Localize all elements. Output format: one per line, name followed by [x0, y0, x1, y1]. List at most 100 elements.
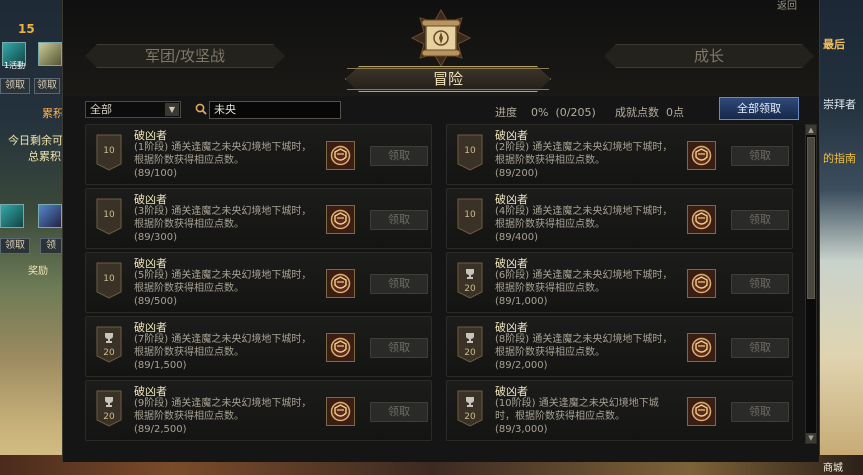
achievement-card: 20 破凶者 (10阶段) 通关逢魔之未央幻境地下城时，根据阶数获得相应点数。 (89… [446, 380, 793, 441]
achievement-progress: (89/300) [134, 232, 177, 243]
achievement-description: (4阶段) 通关逢魔之未央幻境地下城时，根据阶数获得相应点数。 (89/400) [495, 205, 675, 244]
reward-item-icon[interactable] [326, 205, 355, 234]
trophy-icon [105, 397, 113, 407]
shop-label[interactable]: 商城 [823, 459, 843, 474]
reward-item-icon[interactable] [326, 269, 355, 298]
achievement-badge-icon: 20 [96, 326, 122, 363]
activity-badge-label: 1活動 [4, 61, 26, 70]
claim-button[interactable]: 领取 [731, 274, 789, 294]
claim-button-hud-4[interactable]: 领 [40, 238, 62, 254]
event-icon[interactable] [0, 204, 24, 228]
reward-item-icon[interactable] [326, 141, 355, 170]
achievement-desc-text: (1阶段) 通关逢魔之未央幻境地下城时，根据阶数获得相应点数。 [134, 142, 312, 166]
reward-item-icon[interactable] [687, 397, 716, 426]
scrollbar-thumb[interactable] [807, 137, 815, 299]
achievement-description: (7阶段) 通关逢魔之未央幻境地下城时，根据阶数获得相应点数。 (89/1,500… [134, 333, 314, 372]
reward-icon[interactable] [38, 42, 62, 66]
claim-button[interactable]: 领取 [731, 402, 789, 422]
claim-button[interactable]: 领取 [731, 210, 789, 230]
claim-button-hud-3[interactable]: 领取 [0, 238, 30, 254]
trophy-icon [466, 269, 474, 279]
level-number: 15 [18, 22, 35, 36]
achievement-badge-icon: 10 [96, 134, 122, 171]
claim-button[interactable]: 领取 [731, 146, 789, 166]
achievement-window: 返回 军团/攻坚战 成长 冒险 全部 ▼ 未央 进度 0% (0/205) 成就… [62, 0, 820, 462]
progress-count: (0/205) [555, 106, 596, 119]
claim-all-button[interactable]: 全部领取 [719, 97, 799, 120]
claim-button[interactable]: 领取 [370, 210, 428, 230]
filter-selected-value: 全部 [90, 103, 112, 116]
scroll-up-arrow-icon[interactable]: ▲ [806, 125, 816, 135]
chevron-down-icon[interactable]: ▼ [165, 103, 179, 116]
achievement-desc-text: (9阶段) 通关逢魔之未央幻境地下城时，根据阶数获得相应点数。 [134, 398, 312, 422]
trophy-icon [466, 333, 474, 343]
achievement-description: (1阶段) 通关逢魔之未央幻境地下城时，根据阶数获得相应点数。 (89/100) [134, 141, 314, 180]
badge-points: 10 [103, 146, 115, 156]
achievement-progress: (89/200) [495, 168, 538, 179]
today-remaining-label: 今日剩余可 [8, 134, 63, 147]
reward-item-icon[interactable] [687, 269, 716, 298]
filter-dropdown[interactable]: 全部 ▼ [85, 101, 181, 118]
achievement-progress: (89/400) [495, 232, 538, 243]
achievement-progress: (89/1,000) [495, 296, 548, 307]
reward-item-icon[interactable] [326, 397, 355, 426]
tab-adventure[interactable]: 冒险 [345, 66, 551, 92]
achievement-description: (8阶段) 通关逢魔之未央幻境地下城时，根据阶数获得相应点数。 (89/2,000… [495, 333, 675, 372]
achievement-badge-icon: 20 [457, 262, 483, 299]
claim-button-hud-1[interactable]: 领取 [0, 78, 30, 94]
achievement-description: (6阶段) 通关逢魔之未央幻境地下城时，根据阶数获得相应点数。 (89/1,000… [495, 269, 675, 308]
guide-label: 的指南 [823, 152, 856, 165]
badge-points: 20 [464, 284, 476, 294]
back-link[interactable]: 返回 [777, 0, 797, 12]
badge-points: 10 [103, 274, 115, 284]
reward-item-icon[interactable] [687, 205, 716, 234]
achievement-description: (2阶段) 通关逢魔之未央幻境地下城时，根据阶数获得相应点数。 (89/200) [495, 141, 675, 180]
tab-legion-siege[interactable]: 军团/攻坚战 [85, 44, 285, 68]
search-icon [195, 103, 207, 115]
event-icon-2[interactable] [38, 204, 62, 228]
trophy-icon [466, 397, 474, 407]
claim-button[interactable]: 领取 [731, 338, 789, 358]
claim-button[interactable]: 领取 [370, 274, 428, 294]
mail-reward-label[interactable]: 奖励 [28, 262, 48, 277]
achievement-badge-icon: 20 [457, 326, 483, 363]
claim-button[interactable]: 领取 [370, 402, 428, 422]
achievement-card: 20 破凶者 (7阶段) 通关逢魔之未央幻境地下城时，根据阶数获得相应点数。 (89/… [85, 316, 432, 377]
achievement-description: (9阶段) 通关逢魔之未央幻境地下城时，根据阶数获得相应点数。 (89/2,500… [134, 397, 314, 436]
achievement-badge-icon: 10 [96, 262, 122, 299]
achievement-badge-icon: 10 [96, 198, 122, 235]
achievement-badge-icon: 10 [457, 134, 483, 171]
achievement-card: 20 破凶者 (6阶段) 通关逢魔之未央幻境地下城时，根据阶数获得相应点数。 (89/… [446, 252, 793, 313]
achievement-progress: (89/2,000) [495, 360, 548, 371]
achievement-badge-icon: 20 [96, 390, 122, 427]
progress-text: 进度 0% (0/205) [495, 104, 596, 120]
reward-item-icon[interactable] [687, 333, 716, 362]
badge-points: 20 [103, 412, 115, 422]
achievement-badge-icon: 20 [457, 390, 483, 427]
badge-points: 20 [103, 348, 115, 358]
achievement-card: 20 破凶者 (9阶段) 通关逢魔之未央幻境地下城时，根据阶数获得相应点数。 (89/… [85, 380, 432, 441]
list-scrollbar[interactable]: ▲ ▼ [805, 124, 817, 444]
achievement-list: 10 破凶者 (1阶段) 通关逢魔之未央幻境地下城时，根据阶数获得相应点数。 (89/… [85, 124, 805, 444]
scroll-down-arrow-icon[interactable]: ▼ [806, 433, 816, 443]
achievement-badge-icon: 10 [457, 198, 483, 235]
achievement-card: 10 破凶者 (5阶段) 通关逢魔之未央幻境地下城时，根据阶数获得相应点数。 (89/… [85, 252, 432, 313]
achievement-desc-text: (2阶段) 通关逢魔之未央幻境地下城时，根据阶数获得相应点数。 [495, 142, 673, 166]
achievement-description: (3阶段) 通关逢魔之未央幻境地下城时，根据阶数获得相应点数。 (89/300) [134, 205, 314, 244]
achievement-progress: (89/1,500) [134, 360, 187, 371]
claim-button-hud-2[interactable]: 领取 [34, 78, 60, 94]
claim-button[interactable]: 领取 [370, 338, 428, 358]
achievement-progress: (89/2,500) [134, 424, 187, 435]
total-cumulative-label: 总累积 [28, 150, 61, 163]
reward-item-icon[interactable] [326, 333, 355, 362]
claim-button[interactable]: 领取 [370, 146, 428, 166]
left-hud: 15 1活動 领取 领取 累积 今日剩余可 总累积 领取 领 奖励 [0, 0, 64, 300]
achievement-card: 10 破凶者 (3阶段) 通关逢魔之未央幻境地下城时，根据阶数获得相应点数。 (89/… [85, 188, 432, 249]
achievement-desc-text: (7阶段) 通关逢魔之未央幻境地下城时，根据阶数获得相应点数。 [134, 334, 312, 358]
badge-points: 20 [464, 348, 476, 358]
reward-item-icon[interactable] [687, 141, 716, 170]
achievement-desc-text: (5阶段) 通关逢魔之未央幻境地下城时，根据阶数获得相应点数。 [134, 270, 312, 294]
tab-growth[interactable]: 成长 [604, 44, 814, 68]
search-input[interactable]: 未央 [209, 101, 341, 119]
badge-points: 10 [464, 146, 476, 156]
